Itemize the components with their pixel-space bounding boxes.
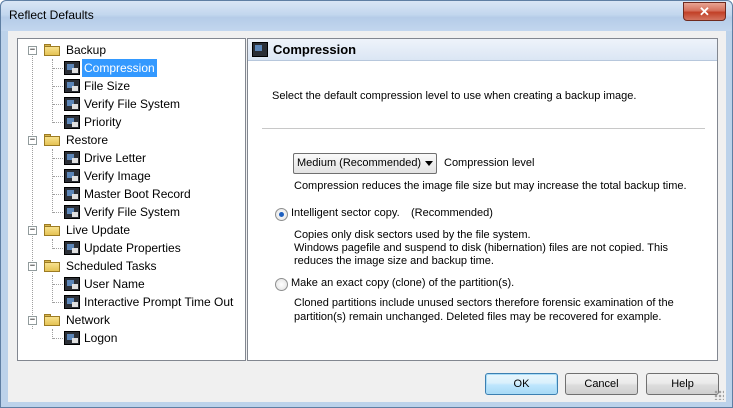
tree-item-label: Priority [84,115,122,129]
tree-item-label: Update Properties [84,241,181,255]
tree-group-network[interactable]: − Network [18,311,245,329]
settings-page-icon [252,42,268,57]
tree-item-verify-file-system[interactable]: Verify File System [18,95,245,113]
resize-grip[interactable] [714,390,724,400]
tree-item-label: Verify Image [84,169,151,183]
tree-item-priority[interactable]: Priority [18,113,245,131]
tree-item-label: Compression [82,59,157,77]
tree-item-logon[interactable]: Logon [18,329,245,347]
settings-page-icon [64,97,80,111]
settings-page-icon [64,115,80,129]
settings-page-icon [64,61,80,75]
tree-item-interactive-prompt-time-out[interactable]: Interactive Prompt Time Out [18,293,245,311]
intelligent-desc-line: reduces the image size and backup time. [294,255,494,267]
intelligent-sector-copy-radio[interactable] [275,208,288,221]
tree-item-update-properties[interactable]: Update Properties [18,239,245,257]
recommended-label: (Recommended) [411,207,493,219]
tree-item-verify-image[interactable]: Verify Image [18,167,245,185]
tree-item-drive-letter[interactable]: Drive Letter [18,149,245,167]
settings-content: Compression Select the default compressi… [247,38,718,361]
tree-group-label: Backup [66,43,107,57]
tree-item-label: Interactive Prompt Time Out [84,295,234,309]
settings-page-icon [64,277,80,291]
tree-group-label: Scheduled Tasks [66,259,157,273]
folder-icon [44,314,60,326]
intelligent-desc-line: Copies only disk sectors used by the fil… [294,229,531,241]
tree-item-file-size[interactable]: File Size [18,77,245,95]
chevron-down-icon [425,161,433,166]
compression-level-value: Medium (Recommended) [297,157,422,169]
tree-item-label: Verify File System [84,97,181,111]
tree-group-scheduled-tasks[interactable]: − Scheduled Tasks [18,257,245,275]
collapse-icon[interactable]: − [28,316,37,325]
collapse-icon[interactable]: − [28,226,37,235]
divider [262,128,705,129]
section-header: Compression [248,39,717,61]
settings-tree: − Backup Compression File Size Verify Fi… [17,38,246,361]
dialog-client: − Backup Compression File Size Verify Fi… [8,31,726,402]
tree-item-label: User Name [84,277,145,291]
intelligent-sector-copy-label[interactable]: Intelligent sector copy. [291,207,400,220]
collapse-icon[interactable]: − [28,262,37,271]
tree-item-label: Master Boot Record [84,187,191,201]
exact-desc-line: Cloned partitions include unused sectors… [294,297,674,309]
exact-copy-radio[interactable] [275,278,288,291]
tree-item-compression[interactable]: Compression [18,59,245,77]
settings-page-icon [64,295,80,309]
folder-icon [44,44,60,56]
tree-item-restore-verify-file-system[interactable]: Verify File System [18,203,245,221]
cancel-button[interactable]: Cancel [565,373,638,395]
help-button[interactable]: Help [646,373,719,395]
settings-page-icon [64,151,80,165]
settings-page-icon [64,187,80,201]
compression-level-label: Compression level [444,157,535,169]
tree-group-restore[interactable]: − Restore [18,131,245,149]
tree-group-label: Network [66,313,111,327]
settings-page-icon [64,205,80,219]
tree-item-master-boot-record[interactable]: Master Boot Record [18,185,245,203]
tree-group-label: Live Update [66,223,131,237]
compression-level-select[interactable]: Medium (Recommended) [293,153,437,174]
dialog-window: Reflect Defaults ✕ − Backup Compression [0,0,733,408]
tree-group-backup[interactable]: − Backup [18,41,245,59]
tree-item-user-name[interactable]: User Name [18,275,245,293]
settings-page-icon [64,79,80,93]
tree-group-label: Restore [66,133,109,147]
exact-desc-line: partition(s) remain unchanged. Deleted f… [294,311,662,323]
tree-group-live-update[interactable]: − Live Update [18,221,245,239]
close-button[interactable]: ✕ [683,2,726,21]
intro-text: Select the default compression level to … [272,90,637,102]
tree-item-label: Drive Letter [84,151,147,165]
collapse-icon[interactable]: − [28,46,37,55]
settings-page-icon [64,331,80,345]
folder-icon [44,224,60,236]
folder-icon [44,134,60,146]
intelligent-desc-line: Windows pagefile and suspend to disk (hi… [294,242,669,254]
window-title: Reflect Defaults [9,8,94,22]
tree-item-label: Verify File System [84,205,181,219]
folder-icon [44,260,60,272]
tree-item-label: File Size [84,79,131,93]
settings-page-icon [64,169,80,183]
tree-item-label: Logon [84,331,118,345]
settings-page-icon [64,241,80,255]
title-bar[interactable]: Reflect Defaults ✕ [1,1,732,31]
collapse-icon[interactable]: − [28,136,37,145]
exact-copy-label[interactable]: Make an exact copy (clone) of the partit… [291,277,514,290]
section-title: Compression [273,42,357,57]
compression-note: Compression reduces the image file size … [294,180,687,192]
ok-button[interactable]: OK [485,373,558,395]
close-icon: ✕ [699,4,710,19]
